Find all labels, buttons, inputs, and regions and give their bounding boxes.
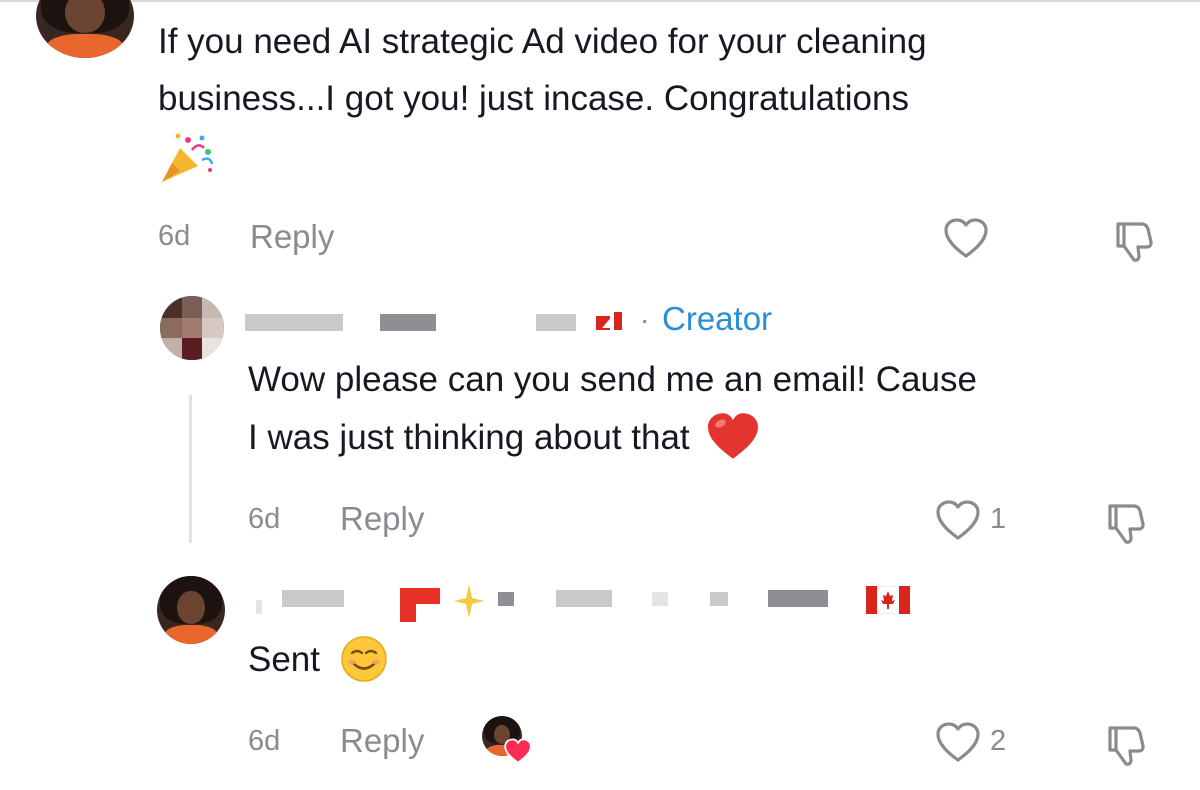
comment-text-line: I was just thinking about that <box>248 410 761 465</box>
avatar[interactable] <box>36 0 134 58</box>
redacted-username <box>256 600 262 614</box>
comment-time: 6d <box>248 725 281 757</box>
heart-outline-icon[interactable] <box>934 720 982 764</box>
canada-flag-icon <box>866 586 910 614</box>
top-divider <box>0 0 1200 2</box>
comment-text-line: Wow please can you send me an email! Cau… <box>248 360 977 399</box>
heart-outline-icon[interactable] <box>942 216 990 260</box>
comment-text-line: If you need AI strategic Ad video for yo… <box>158 22 927 61</box>
comment-text-line-content: I was just thinking about that <box>248 418 690 457</box>
redacted-username <box>282 590 344 607</box>
reply-button[interactable]: Reply <box>250 218 334 256</box>
red-heart-emoji <box>708 413 759 459</box>
party-popper-emoji <box>162 133 214 182</box>
dislike-icon[interactable] <box>1110 216 1158 264</box>
dislike-icon[interactable] <box>1102 498 1150 546</box>
flag-icon <box>596 312 622 330</box>
comment-text-line: Sent <box>248 632 388 687</box>
creator-badge: Creator <box>662 300 773 337</box>
redacted-username <box>710 592 728 606</box>
smiling-face-emoji <box>340 636 387 682</box>
redacted-username <box>245 314 343 331</box>
redacted-username <box>400 588 440 604</box>
sparkle-icon <box>454 584 484 618</box>
like-count: 2 <box>990 725 1007 757</box>
comment-text-line-content: Sent <box>248 640 320 679</box>
comment-time: 6d <box>158 220 191 252</box>
redacted-username <box>380 314 436 331</box>
redacted-username <box>652 592 668 606</box>
comment-time: 6d <box>248 503 281 535</box>
avatar[interactable] <box>160 296 224 360</box>
heart-outline-icon[interactable] <box>934 498 982 542</box>
redacted-username <box>498 592 514 606</box>
like-count: 1 <box>990 503 1007 535</box>
separator-dot: · <box>640 304 650 335</box>
avatar[interactable] <box>157 576 225 644</box>
dislike-icon[interactable] <box>1102 720 1150 768</box>
creator-liked-badge-icon <box>482 716 532 766</box>
redacted-username <box>768 590 828 607</box>
reply-button[interactable]: Reply <box>340 722 424 760</box>
reply-button[interactable]: Reply <box>340 500 424 538</box>
thread-line <box>189 395 192 543</box>
redacted-username <box>400 604 416 622</box>
redacted-username <box>536 314 576 331</box>
comment-text-line: business...I got you! just incase. Congr… <box>158 79 909 118</box>
redacted-username <box>556 590 612 607</box>
